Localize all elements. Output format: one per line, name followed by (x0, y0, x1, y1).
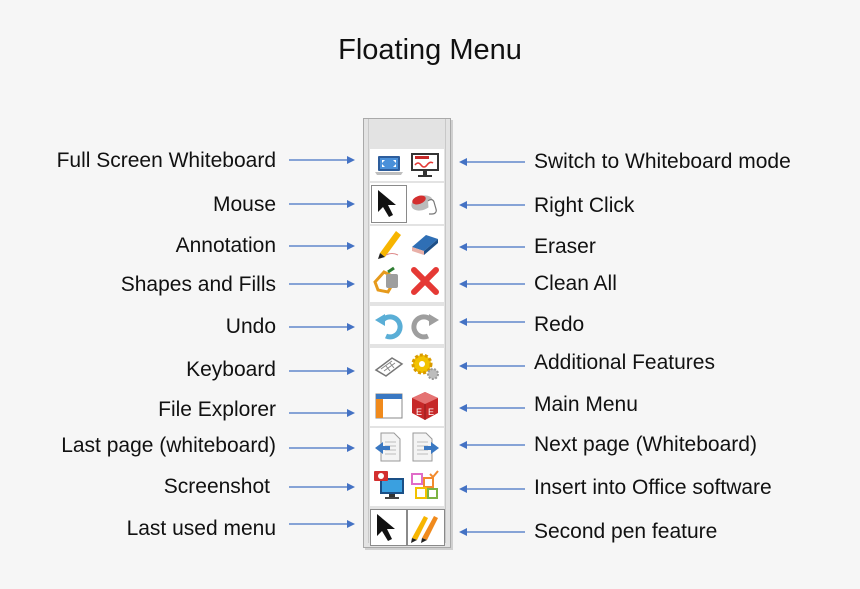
page-left-icon[interactable] (372, 430, 406, 464)
mouse-pointer-icon[interactable] (371, 185, 407, 223)
label-keyboard: Keyboard (186, 358, 276, 381)
svg-text:E: E (428, 407, 434, 417)
toolbar-group-mouse (370, 183, 444, 224)
toolbar-group-display (370, 149, 444, 181)
label-switch-to-whiteboard-mode: Switch to Whiteboard mode (534, 150, 791, 173)
page-right-icon[interactable] (408, 430, 442, 464)
eraser-icon[interactable] (408, 227, 442, 261)
arrow-right-icon (289, 241, 355, 251)
camera-monitor-icon[interactable] (372, 468, 406, 502)
diagram-title: Floating Menu (338, 34, 522, 66)
right-click-mouse-icon[interactable] (408, 186, 442, 220)
arrow-right-icon (289, 443, 355, 453)
label-mouse: Mouse (212, 193, 276, 216)
arrow-right-icon (289, 519, 355, 529)
arrow-left-icon (459, 242, 525, 252)
gears-icon[interactable] (408, 350, 442, 384)
label-clean-all: Clean All (534, 272, 617, 295)
arrow-left-icon (459, 317, 525, 327)
floating-menu-toolbar: EE (363, 118, 451, 548)
label-undo: Undo (225, 315, 276, 338)
label-screenshot: Screenshot (163, 475, 270, 498)
label-annotation: Annotation (175, 234, 276, 257)
arrow-left-icon (459, 403, 525, 413)
undo-icon[interactable] (372, 308, 406, 342)
label-eraser: Eraser (534, 235, 596, 258)
label-last-used-menu: Last used menu (126, 517, 276, 540)
label-second-pen-feature: Second pen feature (534, 520, 718, 543)
arrow-right-icon (289, 482, 355, 492)
label-additional-features: Additional Features (534, 351, 715, 374)
keyboard-icon[interactable] (372, 350, 406, 384)
svg-text:E: E (416, 407, 422, 417)
paint-bucket-icon[interactable] (372, 264, 406, 298)
fullscreen-laptop-icon[interactable] (372, 148, 406, 182)
toolbar-group-recent (370, 508, 445, 546)
label-right-click: Right Click (534, 194, 635, 217)
whiteboard-monitor-icon[interactable] (408, 148, 442, 182)
arrow-right-icon (289, 199, 355, 209)
toolbar-group-tools: EE (370, 348, 444, 426)
office-blocks-icon[interactable] (408, 468, 442, 502)
label-file-explorer: File Explorer (158, 398, 276, 421)
arrow-left-icon (459, 440, 525, 450)
arrow-left-icon (459, 200, 525, 210)
double-pen-icon[interactable] (407, 509, 445, 546)
arrow-left-icon (459, 527, 525, 537)
label-last-page: Last page (whiteboard) (61, 434, 276, 457)
pencil-icon[interactable] (372, 227, 406, 261)
toolbar-group-pages (370, 428, 444, 506)
label-next-page: Next page (Whiteboard) (534, 433, 757, 456)
arrow-right-icon (289, 366, 355, 376)
red-cube-icon[interactable]: EE (408, 389, 442, 423)
arrow-right-icon (289, 155, 355, 165)
label-main-menu: Main Menu (534, 393, 638, 416)
arrow-right-icon (289, 279, 355, 289)
label-insert-into-office: Insert into Office software (534, 476, 772, 499)
toolbar-group-drawing (370, 226, 444, 302)
red-x-icon[interactable] (408, 264, 442, 298)
redo-icon[interactable] (408, 308, 442, 342)
arrow-left-icon (459, 361, 525, 371)
arrow-right-icon (289, 408, 355, 418)
toolbar-group-history (370, 306, 444, 344)
window-icon[interactable] (372, 389, 406, 423)
arrow-left-icon (459, 157, 525, 167)
arrow-right-icon (289, 322, 355, 332)
label-full-screen-whiteboard: Full Screen Whiteboard (56, 149, 276, 172)
arrow-left-icon (459, 279, 525, 289)
arrow-left-icon (459, 484, 525, 494)
label-redo: Redo (534, 313, 585, 336)
mouse-pointer-icon[interactable] (370, 509, 407, 546)
label-shapes-and-fills: Shapes and Fills (120, 273, 276, 296)
